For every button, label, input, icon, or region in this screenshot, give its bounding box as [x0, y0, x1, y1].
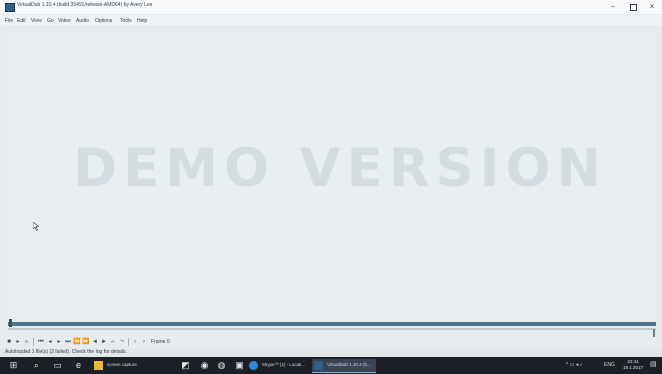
play-input-icon[interactable]: ▸	[14, 338, 22, 346]
close-button[interactable]: ×	[643, 0, 661, 14]
menu-go[interactable]: Go	[47, 18, 54, 24]
demo-watermark: DEMO VERSION	[73, 138, 607, 199]
frame-back-icon[interactable]: ‹	[131, 338, 139, 346]
menu-help[interactable]: Help	[137, 18, 147, 24]
virtualdub-icon	[314, 361, 323, 370]
scene-back-icon[interactable]: ◄	[91, 338, 99, 346]
taskbar-skype[interactable]: Skype™ [1] - Locati...	[247, 359, 309, 372]
frame-position-label: Frame 0	[151, 339, 170, 345]
play-output-icon[interactable]: ▹	[23, 338, 31, 346]
chrome-icon[interactable]: ◉	[199, 360, 210, 371]
taskbar-clock[interactable]: 22:41 19.1.2017	[621, 359, 645, 371]
title-bar[interactable]: VirtualDub 1.10.4 (build 35491/release-A…	[0, 0, 662, 14]
menu-bar: File Edit View Go Video Audio Options To…	[0, 15, 662, 26]
timeline-position-marker[interactable]	[9, 319, 12, 327]
app-icon-dark[interactable]: ◍	[216, 360, 227, 371]
windows-start-icon[interactable]: ⊞	[8, 360, 19, 371]
mouse-cursor-icon	[33, 222, 39, 231]
position-toolbar: ■ ▸ ▹ ⏮ ◂ ▸ ⏭ ⏪ ⏩ ◄ ► ⌐ ¬ ‹ ›	[0, 337, 662, 347]
window-title: VirtualDub 1.10.4 (build 35491/release-A…	[17, 2, 153, 8]
taskbar-virtualdub[interactable]: VirtualDub 1.10.4 (b...	[312, 359, 376, 373]
next-keyframe-icon[interactable]: ⏩	[82, 338, 90, 346]
mark-out-icon[interactable]: ¬	[118, 338, 126, 346]
start-icon[interactable]: ⏮	[37, 338, 45, 346]
folder-icon	[94, 361, 103, 370]
windows-taskbar: ⊞ ⌕ ▭ e screen capture ◩ ◉ ◍ ▣ Skype™ [1…	[0, 357, 662, 374]
frame-forward-icon[interactable]: ›	[140, 338, 148, 346]
menu-tools[interactable]: Tools	[120, 18, 132, 24]
skype-icon	[249, 361, 258, 370]
status-bar: Autoloaded 1 file(s) (2 failed). Check t…	[0, 348, 662, 357]
end-icon[interactable]: ⏭	[64, 338, 72, 346]
minimize-button[interactable]: –	[604, 0, 622, 14]
timeline-track[interactable]	[8, 322, 656, 326]
menu-audio[interactable]: Audio	[76, 18, 89, 24]
taskbar-virtualdub-label: VirtualDub 1.10.4 (b...	[327, 362, 371, 367]
taskbar-search-label: screen capture	[107, 362, 137, 367]
timeline-ticks	[8, 328, 656, 330]
scene-forward-icon[interactable]: ►	[100, 338, 108, 346]
status-message: Autoloaded 1 file(s) (2 failed). Check t…	[5, 349, 127, 355]
toolbar-separator	[33, 338, 34, 346]
tray-icons[interactable]: ^ ▭ ◂ ♪	[566, 362, 582, 368]
taskbar-file-explorer[interactable]: screen capture	[92, 359, 150, 372]
clock-date: 19.1.2017	[622, 365, 644, 370]
search-icon[interactable]: ⌕	[31, 360, 42, 371]
virtualdub-app-icon[interactable]	[5, 3, 15, 12]
maximize-icon	[629, 4, 637, 11]
app-icon-blue[interactable]: ▣	[234, 360, 245, 371]
next-frame-icon[interactable]: ▸	[55, 338, 63, 346]
prev-keyframe-icon[interactable]: ⏪	[73, 338, 81, 346]
mark-in-icon[interactable]: ⌐	[109, 338, 117, 346]
toolbar-separator	[128, 338, 129, 346]
store-icon[interactable]: ◩	[180, 360, 191, 371]
menu-edit[interactable]: Edit	[17, 18, 26, 24]
virtualdub-window: VirtualDub 1.10.4 (build 35491/release-A…	[0, 0, 662, 357]
menu-view[interactable]: View	[31, 18, 42, 24]
maximize-button[interactable]	[624, 0, 642, 14]
notifications-icon[interactable]: ▤	[650, 360, 658, 371]
taskbar-skype-label: Skype™ [1] - Locati...	[262, 362, 306, 367]
menu-file[interactable]: File	[5, 18, 13, 24]
language-indicator[interactable]: ENG	[604, 362, 615, 368]
prev-frame-icon[interactable]: ◂	[46, 338, 54, 346]
stop-icon[interactable]: ■	[5, 338, 13, 346]
task-view-icon[interactable]: ▭	[52, 360, 63, 371]
timeline-end-marker	[653, 329, 655, 337]
menu-options[interactable]: Options	[95, 18, 112, 24]
menu-video[interactable]: Video	[58, 18, 71, 24]
edge-icon[interactable]: e	[73, 360, 84, 371]
